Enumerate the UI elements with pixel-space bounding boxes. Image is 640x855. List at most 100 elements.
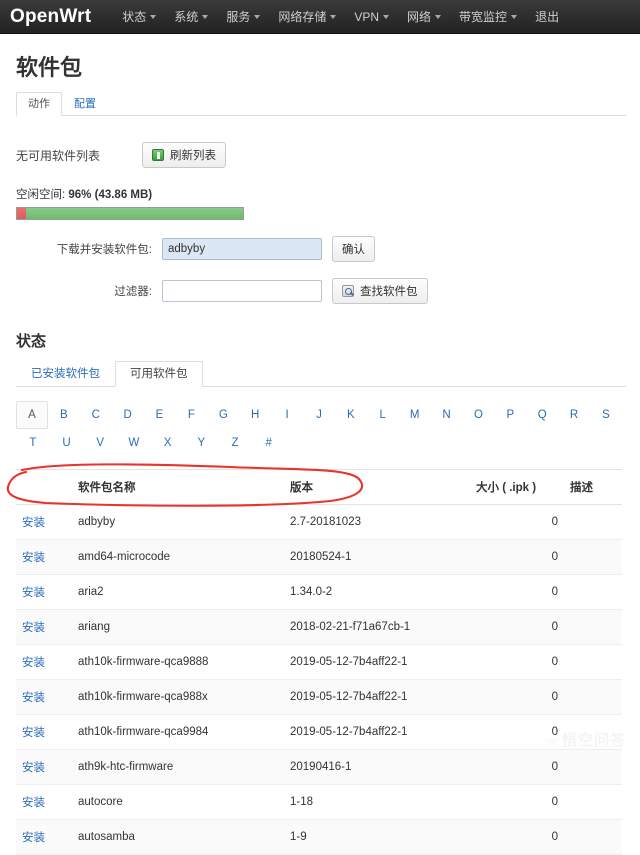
install-link[interactable]: 安装	[22, 622, 45, 634]
tab-installed-packages[interactable]: 已安装软件包	[16, 361, 115, 387]
nav-label: 服务	[226, 9, 251, 24]
nav-label: 状态	[122, 9, 147, 24]
alphabet-item-n[interactable]: N	[431, 401, 463, 429]
package-table: 软件包名称 版本 大小 ( .ipk ) 描述 安装 adbyby 2.7-2018…	[16, 469, 622, 855]
alphabet-item-l[interactable]: L	[367, 401, 399, 429]
tab-configuration[interactable]: 配置	[62, 92, 108, 116]
nav-label: VPN	[354, 9, 380, 24]
tab-actions[interactable]: 动作	[16, 92, 62, 116]
nav-item-bandwidth-monitor[interactable]: 带宽监控	[450, 0, 526, 34]
nav-label: 退出	[535, 9, 560, 24]
free-space-prefix: 空闲空间:	[16, 189, 69, 201]
install-link[interactable]: 安装	[22, 832, 45, 844]
alphabet-item-i[interactable]: I	[271, 401, 303, 429]
chevron-down-icon	[150, 15, 157, 20]
install-link[interactable]: 安装	[22, 727, 45, 739]
alphabet-row-1: ABCDEFGHIJKLMNOPQRS	[16, 401, 622, 429]
cell-size: 0	[470, 644, 564, 680]
install-link[interactable]: 安装	[22, 797, 45, 809]
cell-size: 0	[470, 819, 564, 855]
install-confirm-button[interactable]: 确认	[332, 236, 375, 262]
install-link[interactable]: 安装	[22, 587, 45, 599]
install-link[interactable]: 安装	[22, 552, 45, 564]
table-row: 安装 autosamba 1-9 0	[16, 819, 622, 855]
alphabet-item-u[interactable]: U	[50, 429, 84, 457]
table-row: 安装 amd64-microcode 20180524-1 0	[16, 539, 622, 575]
alphabet-item-w[interactable]: W	[117, 429, 151, 457]
brand-logo[interactable]: OpenWrt	[10, 0, 91, 34]
cell-action: 安装	[16, 644, 72, 680]
search-icon	[342, 285, 354, 297]
alphabet-item-s[interactable]: S	[590, 401, 622, 429]
table-row: 安装 adbyby 2.7-20181023 0	[16, 504, 622, 540]
free-space-size: (43.86 MB)	[91, 189, 153, 201]
cell-package-name: ath9k-htc-firmware	[72, 749, 284, 785]
install-link[interactable]: 安装	[22, 762, 45, 774]
cell-description	[564, 749, 622, 785]
nav-item-logout[interactable]: 退出	[526, 0, 568, 34]
alphabet-item-j[interactable]: J	[303, 401, 335, 429]
install-link[interactable]: 安装	[22, 692, 45, 704]
filter-input[interactable]	[162, 280, 322, 302]
cell-size: 0	[470, 714, 564, 750]
cell-version: 20190416-1	[284, 749, 470, 785]
cell-action: 安装	[16, 539, 72, 575]
cell-package-name: autocore	[72, 784, 284, 820]
install-package-label: 下载并安装软件包:	[56, 244, 152, 256]
nav-item-system[interactable]: 系统	[165, 0, 217, 34]
alphabet-item-t[interactable]: T	[16, 429, 50, 457]
refresh-list-button[interactable]: 刷新列表	[142, 142, 227, 168]
table-row: 安装 ath9k-htc-firmware 20190416-1 0	[16, 749, 622, 785]
alphabet-item-z[interactable]: Z	[218, 429, 252, 457]
alphabet-item-g[interactable]: G	[207, 401, 239, 429]
alphabet-item-c[interactable]: C	[80, 401, 112, 429]
alphabet-item-hash[interactable]: #	[252, 429, 286, 457]
nav-item-network-storage[interactable]: 网络存储	[269, 0, 345, 34]
alphabet-item-r[interactable]: R	[558, 401, 590, 429]
alphabet-item-m[interactable]: M	[399, 401, 431, 429]
alphabet-item-e[interactable]: E	[144, 401, 176, 429]
alphabet-item-x[interactable]: X	[151, 429, 185, 457]
table-row: 安装 ariang 2018-02-21-f71a67cb-1 0	[16, 609, 622, 645]
alphabet-item-d[interactable]: D	[112, 401, 144, 429]
cell-version: 20180524-1	[284, 539, 470, 575]
cell-action: 安装	[16, 609, 72, 645]
alphabet-item-v[interactable]: V	[83, 429, 117, 457]
table-row: 安装 aria2 1.34.0-2 0	[16, 574, 622, 610]
alphabet-item-q[interactable]: Q	[526, 401, 558, 429]
table-row: 安装 autocore 1-18 0	[16, 784, 622, 820]
progress-free-segment	[26, 208, 243, 219]
alphabet-item-k[interactable]: K	[335, 401, 367, 429]
table-row: 安装 ath10k-firmware-qca988x 2019-05-12-7b4a…	[16, 679, 622, 715]
cell-action: 安装	[16, 574, 72, 610]
nav-label: 带宽监控	[459, 9, 508, 24]
nav-label: 网络	[407, 9, 432, 24]
nav-item-status[interactable]: 状态	[113, 0, 165, 34]
alphabet-item-h[interactable]: H	[239, 401, 271, 429]
alphabet-item-f[interactable]: F	[175, 401, 207, 429]
nav-item-services[interactable]: 服务	[217, 0, 269, 34]
chevron-down-icon	[511, 15, 518, 20]
alphabet-item-y[interactable]: Y	[184, 429, 218, 457]
alphabet-item-o[interactable]: O	[462, 401, 494, 429]
install-package-input[interactable]	[162, 238, 322, 260]
cell-version: 1-18	[284, 784, 470, 820]
chevron-down-icon	[330, 15, 337, 20]
table-row: 安装 ath10k-firmware-qca9888 2019-05-12-7b4a…	[16, 644, 622, 680]
nav-item-vpn[interactable]: VPN	[345, 0, 398, 34]
tab-available-packages[interactable]: 可用软件包	[115, 361, 203, 387]
install-link[interactable]: 安装	[22, 657, 45, 669]
th-action	[16, 469, 72, 505]
filter-label: 过滤器:	[114, 286, 152, 298]
alphabet-item-p[interactable]: P	[494, 401, 526, 429]
find-package-button[interactable]: 查找软件包	[332, 278, 428, 304]
install-link[interactable]: 安装	[22, 517, 45, 529]
th-name: 软件包名称	[72, 469, 284, 505]
alphabet-item-b[interactable]: B	[48, 401, 80, 429]
alphabet-item-a[interactable]: A	[16, 401, 48, 429]
nav-item-network[interactable]: 网络	[398, 0, 450, 34]
cell-package-name: adbyby	[72, 504, 284, 540]
cell-description	[564, 679, 622, 715]
table-row: 安装 ath10k-firmware-qca9984 2019-05-12-7b4a…	[16, 714, 622, 750]
filter-row: 过滤器: 查找软件包	[14, 278, 626, 304]
